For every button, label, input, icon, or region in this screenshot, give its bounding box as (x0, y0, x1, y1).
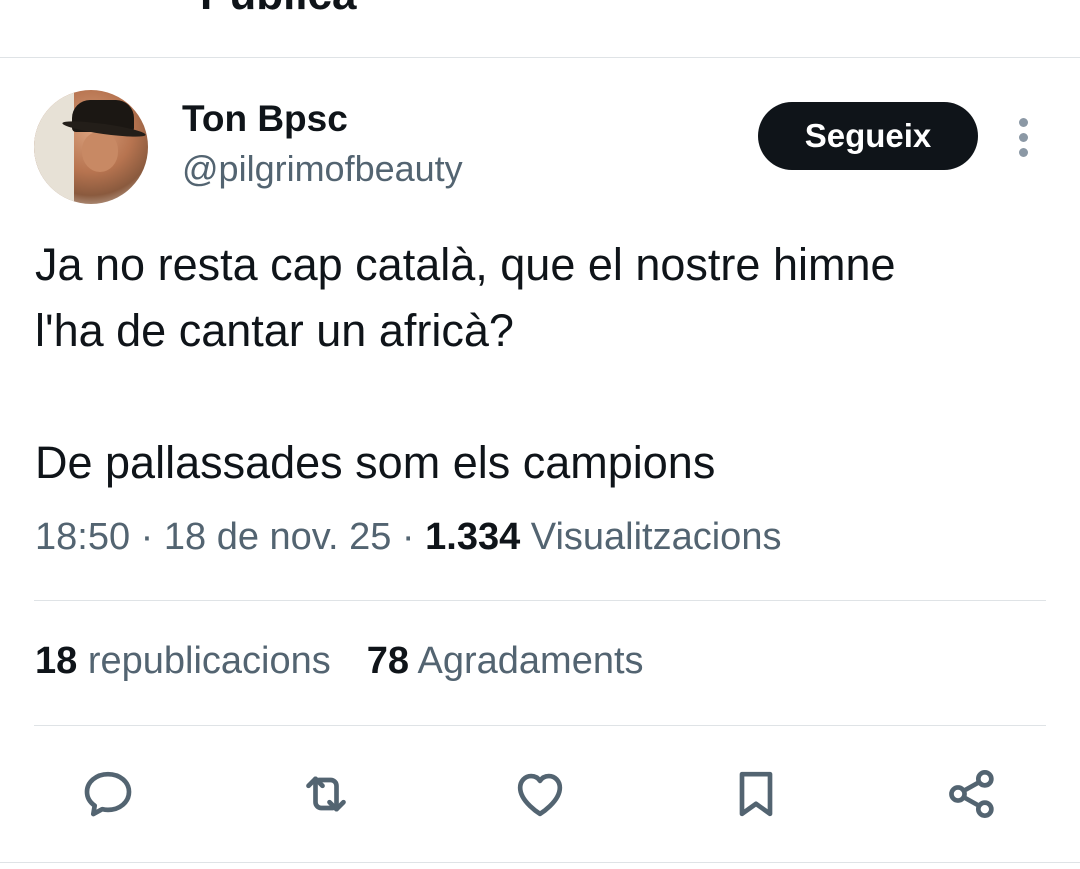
follow-button[interactable]: Segueix (758, 102, 978, 170)
likes-label: Agradaments (417, 640, 644, 682)
divider (34, 600, 1046, 601)
reply-icon[interactable] (76, 762, 140, 826)
tweet-date[interactable]: 18 de nov. 25 (164, 516, 391, 558)
avatar-face (82, 132, 118, 172)
avatar-background (34, 90, 74, 204)
divider (34, 725, 1046, 726)
author-handle[interactable]: @pilgrimofbeauty (182, 148, 463, 190)
reposts-label: republicacions (87, 640, 331, 682)
tweet-text-line: l'ha de cantar un africà? (35, 305, 514, 356)
meta-separator: · (401, 516, 415, 558)
share-icon[interactable] (940, 762, 1004, 826)
tweet-text-line: Ja no resta cap català, que el nostre hi… (35, 239, 896, 290)
top-bar: ← Publica (0, 0, 1080, 58)
tweet-text-line: De pallassades som els campions (35, 437, 716, 488)
tweet-stats: 18 republicacions 78 Agradaments (35, 640, 644, 683)
reposts-stat[interactable]: 18 republicacions (35, 640, 331, 682)
like-icon[interactable] (508, 762, 572, 826)
views-count[interactable]: 1.334 (425, 516, 520, 558)
meta-separator: · (140, 516, 154, 558)
more-vertical-icon[interactable] (1014, 118, 1034, 158)
tweet-time[interactable]: 18:50 (35, 516, 130, 558)
page-title: Publica (200, 0, 357, 20)
divider (0, 862, 1080, 863)
avatar[interactable] (34, 90, 148, 204)
likes-stat[interactable]: 78 Agradaments (367, 640, 644, 682)
reposts-count: 18 (35, 640, 78, 682)
repost-icon[interactable] (294, 762, 358, 826)
tweet-text: Ja no resta cap català, que el nostre hi… (35, 232, 1045, 496)
tweet-meta: 18:50 · 18 de nov. 25 · 1.334 Visualitza… (35, 516, 781, 559)
author-name[interactable]: Ton Bpsc (182, 98, 348, 140)
bookmark-icon[interactable] (724, 762, 788, 826)
tweet-text-spacer (35, 364, 1045, 430)
likes-count: 78 (366, 640, 410, 682)
views-label[interactable]: Visualitzacions (531, 516, 782, 558)
arrow-left-icon[interactable]: ← (58, 0, 98, 11)
